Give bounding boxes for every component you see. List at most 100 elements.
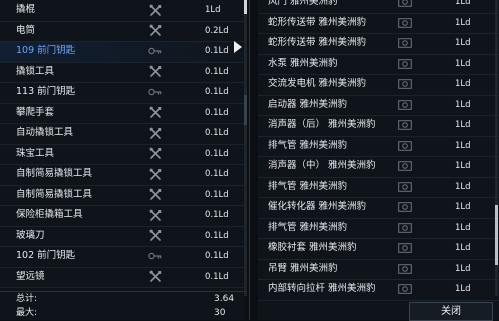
list-item[interactable]: 113 前门钥匙 0.1Ld — [0, 82, 245, 104]
item-weight: 0.1Ld — [205, 107, 229, 118]
list-item[interactable]: 珠宝工具 0.1Ld — [0, 144, 245, 165]
key-icon — [148, 249, 162, 263]
camera-icon — [398, 98, 412, 112]
item-name: 电筒 — [16, 24, 36, 36]
max-weight-row: 最大: 30 — [0, 306, 245, 321]
item-weight: 0.1Ld — [205, 169, 229, 179]
list-item[interactable]: 风门 雅州美洲豹 1Ld — [258, 0, 499, 14]
list-item[interactable]: 催化转化器 雅州美洲豹 1Ld — [258, 197, 499, 219]
list-item[interactable]: 水泵 雅州美洲豹 1Ld — [258, 54, 499, 75]
total-value: 3.64 — [214, 294, 235, 304]
list-item[interactable]: 电筒 0.2Ld — [0, 21, 245, 42]
left-scrollbar[interactable] — [244, 0, 247, 296]
camera-icon — [398, 221, 412, 235]
list-item[interactable]: 保险柜撬箱工具 0.1Ld — [0, 205, 245, 227]
list-item[interactable]: 撬棍 1Ld — [0, 0, 245, 22]
list-item[interactable]: 攀爬手套 0.1Ld — [0, 103, 245, 124]
item-name: 自动撬锁工具 — [16, 127, 74, 138]
item-name: 蛇形传送带 雅州美洲豹 — [268, 16, 367, 28]
list-item[interactable]: 自动撬锁工具 0.1Ld — [0, 123, 245, 145]
camera-icon — [398, 139, 412, 153]
list-item[interactable]: 启动器 雅州美洲豹 1Ld — [258, 95, 499, 116]
item-name: 撬棍 — [16, 4, 36, 15]
list-item[interactable]: 排气管 雅州美洲豹 1Ld — [258, 136, 499, 157]
list-item[interactable]: 蛇形传送带 雅州美洲豹 1Ld — [258, 33, 499, 55]
inventory-left-panel: 撬棍 1Ld 电筒 0.2Ld 109 前门钥匙 0.1Ld 撬锁工具 0.1Ld 113 前门… — [0, 0, 245, 320]
camera-icon — [398, 0, 412, 9]
transfer-arrow-icon[interactable] — [234, 41, 242, 53]
list-item[interactable]: 撬锁工具 0.1Ld — [0, 62, 245, 83]
list-item[interactable]: 交流发电机 雅州美洲豹 1Ld — [258, 74, 499, 96]
item-name: 自制简易撬锁工具 — [16, 188, 93, 200]
list-item[interactable]: 蛇形传送带 雅州美洲豹 1Ld — [258, 13, 499, 34]
list-item[interactable]: 109 前门钥匙 0.1Ld — [0, 41, 245, 63]
close-button[interactable]: 关闭 — [409, 302, 493, 321]
item-name: 排气管 雅州美洲豹 — [268, 221, 348, 233]
item-weight: 0.1Ld — [205, 210, 229, 220]
item-name: 排气管 雅州美洲豹 — [268, 180, 348, 192]
tools-icon — [148, 270, 162, 284]
camera-icon — [398, 77, 412, 91]
camera-icon — [398, 262, 412, 276]
item-weight: 1Ld — [455, 38, 471, 48]
max-label: 最大: — [16, 308, 38, 318]
item-name: 催化转化器 雅州美洲豹 — [268, 201, 367, 212]
item-weight: 0.1Ld — [205, 271, 229, 282]
item-name: 橡胶衬套 雅州美洲豹 — [268, 242, 357, 253]
camera-icon — [398, 200, 412, 214]
item-name: 自制简易撬锁工具 — [16, 168, 93, 179]
item-name: 内部转向拉杆 雅州美洲豹 — [268, 283, 376, 294]
item-weight: 1Ld — [455, 181, 471, 192]
list-item[interactable]: 自制简易撬锁工具 0.1Ld — [0, 164, 245, 186]
item-weight: 1Ld — [455, 17, 471, 28]
item-name: 保险柜撬箱工具 — [16, 209, 83, 220]
list-item[interactable]: 排气管 雅州美洲豹 1Ld — [258, 177, 499, 198]
camera-icon — [398, 36, 412, 50]
key-icon — [148, 85, 162, 99]
item-weight: 1Ld — [455, 161, 471, 171]
item-name: 109 前门钥匙 — [16, 45, 76, 56]
camera-icon — [398, 159, 412, 173]
list-item[interactable]: 橡胶衬套 雅州美洲豹 1Ld — [258, 238, 499, 260]
tools-icon — [148, 106, 162, 120]
item-weight: 0.1Ld — [205, 189, 229, 200]
item-name: 102 前门钥匙 — [16, 250, 76, 261]
item-weight: 1Ld — [455, 0, 471, 7]
item-weight: 1Ld — [455, 120, 471, 130]
item-name: 排气管 雅州美洲豹 — [268, 139, 348, 151]
list-item[interactable]: 自制简易撬锁工具 0.1Ld — [0, 185, 245, 206]
list-item[interactable]: 望远镜 0.1Ld — [0, 267, 245, 288]
list-item[interactable]: 102 前门钥匙 0.1Ld — [0, 246, 245, 268]
item-name: 交流发电机 雅州美洲豹 — [268, 78, 367, 89]
list-item[interactable]: 排气管 雅州美洲豹 1Ld — [258, 218, 499, 239]
camera-icon — [398, 16, 412, 30]
list-item[interactable]: 内部转向拉杆 雅州美洲豹 1Ld — [258, 279, 499, 301]
list-item[interactable]: 消声器（后） 雅州美洲豹 1Ld — [258, 115, 499, 137]
list-item[interactable]: 消声器（中） 雅州美洲豹 1Ld — [258, 156, 499, 178]
tools-icon — [148, 188, 162, 202]
camera-icon — [398, 180, 412, 194]
tools-icon — [148, 147, 162, 161]
right-scrollbar[interactable] — [495, 0, 498, 296]
item-weight: 1Ld — [205, 5, 221, 15]
item-name: 113 前门钥匙 — [16, 86, 76, 97]
camera-icon — [398, 57, 412, 71]
item-weight: 1Ld — [455, 202, 471, 212]
item-weight: 1Ld — [455, 58, 471, 69]
item-name: 吊臂 雅州美洲豹 — [268, 262, 338, 274]
total-weight-row: 总计: 3.64 — [0, 292, 245, 307]
list-item[interactable]: 吊臂 雅州美洲豹 1Ld — [258, 259, 499, 280]
tools-icon — [148, 3, 162, 17]
item-weight: 0.1Ld — [205, 251, 229, 261]
item-weight: 0.1Ld — [205, 128, 229, 138]
item-name: 珠宝工具 — [16, 147, 55, 159]
tools-icon — [148, 167, 162, 181]
item-weight: 1Ld — [455, 140, 471, 151]
inventory-right-panel: 风门 雅州美洲豹 1Ld 蛇形传送带 雅州美洲豹 1Ld 蛇形传送带 雅州美洲豹 1Ld 水… — [258, 0, 499, 320]
tools-icon — [148, 65, 162, 79]
item-name: 蛇形传送带 雅州美洲豹 — [268, 37, 367, 48]
item-weight: 0.1Ld — [205, 230, 229, 241]
item-weight: 1Ld — [455, 263, 471, 274]
list-item[interactable]: 玻璃刀 0.1Ld — [0, 226, 245, 247]
item-weight: 0.1Ld — [205, 87, 229, 97]
